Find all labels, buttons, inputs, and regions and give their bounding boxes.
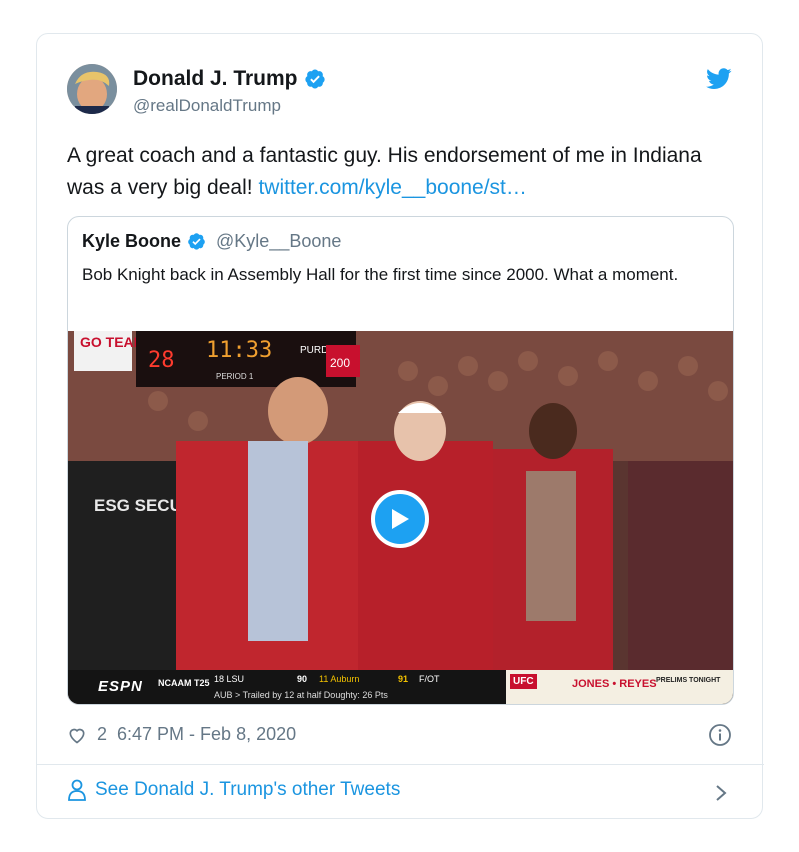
- quoted-tweet[interactable]: Kyle Boone @Kyle__Boone Bob Knight back …: [67, 216, 734, 705]
- verified-badge-icon: [304, 69, 325, 89]
- quoted-author-handle[interactable]: @Kyle__Boone: [216, 231, 341, 252]
- author-name-text[interactable]: Donald J. Trump: [133, 67, 298, 91]
- quoted-author-name[interactable]: Kyle Boone: [82, 231, 181, 252]
- score-value1: 90: [297, 674, 308, 684]
- scoreboard-period: PERIOD 1: [216, 372, 254, 381]
- heart-icon[interactable]: [67, 725, 87, 745]
- scoreboard-clock: 11:33: [206, 338, 272, 363]
- ufc-matchup: JONES • REYES: [572, 678, 657, 690]
- twitter-bird-icon[interactable]: [706, 68, 732, 90]
- info-icon[interactable]: [708, 723, 732, 747]
- tweet-meta: 2 6:47 PM - Feb 8, 2020: [67, 724, 296, 745]
- tweet-text: A great coach and a fantastic guy. His e…: [67, 140, 727, 204]
- like-count[interactable]: 2: [97, 724, 107, 745]
- score-detail: AUB > Trailed by 12 at half Doughty: 26 …: [214, 690, 388, 700]
- tweet-embed-card: Donald J. Trump @realDonaldTrump A great…: [36, 33, 764, 819]
- quoted-tweet-header: Kyle Boone @Kyle__Boone: [82, 231, 341, 252]
- ufc-prelims: PRELIMS TONIGHT: [656, 677, 721, 684]
- scoreboard-home-score: 28: [148, 348, 175, 373]
- ufc-ad: UFC JONES • REYES PRELIMS TONIGHT: [506, 670, 733, 704]
- ufc-logo: UFC: [510, 674, 537, 689]
- tv-score-bar: ESPN NCAAM T25 18 LSU 90 11 Auburn 91 F/…: [68, 670, 733, 704]
- scoreboard-shot: 200: [330, 356, 350, 370]
- verified-badge-icon: [188, 233, 205, 250]
- chevron-right-icon[interactable]: [714, 783, 728, 803]
- tweet-timestamp[interactable]: 6:47 PM - Feb 8, 2020: [117, 724, 296, 745]
- play-button[interactable]: [371, 490, 429, 548]
- score-league: NCAAM T25: [158, 678, 210, 688]
- person-icon: [68, 779, 86, 801]
- tweet-link[interactable]: twitter.com/kyle__boone/st…: [258, 176, 526, 199]
- see-other-tweets-label[interactable]: See Donald J. Trump's other Tweets: [95, 779, 400, 801]
- score-team1: 18 LSU: [214, 674, 245, 684]
- quoted-tweet-text: Bob Knight back in Assembly Hall for the…: [82, 265, 679, 284]
- score-final: F/OT: [419, 674, 440, 684]
- divider: [37, 764, 764, 765]
- see-other-tweets-link[interactable]: See Donald J. Trump's other Tweets: [67, 779, 400, 801]
- author-avatar[interactable]: [67, 64, 117, 114]
- score-team2: 11 Auburn: [319, 674, 360, 684]
- author-name[interactable]: Donald J. Trump: [133, 67, 326, 91]
- espn-logo: ESPN: [98, 678, 143, 695]
- play-icon: [392, 509, 409, 529]
- author-handle[interactable]: @realDonaldTrump: [133, 96, 281, 116]
- score-value2: 91: [398, 674, 409, 684]
- video-player[interactable]: GO TEAM! 28 11:33 PERIOD 1 PURDUE 200 ES…: [68, 331, 733, 704]
